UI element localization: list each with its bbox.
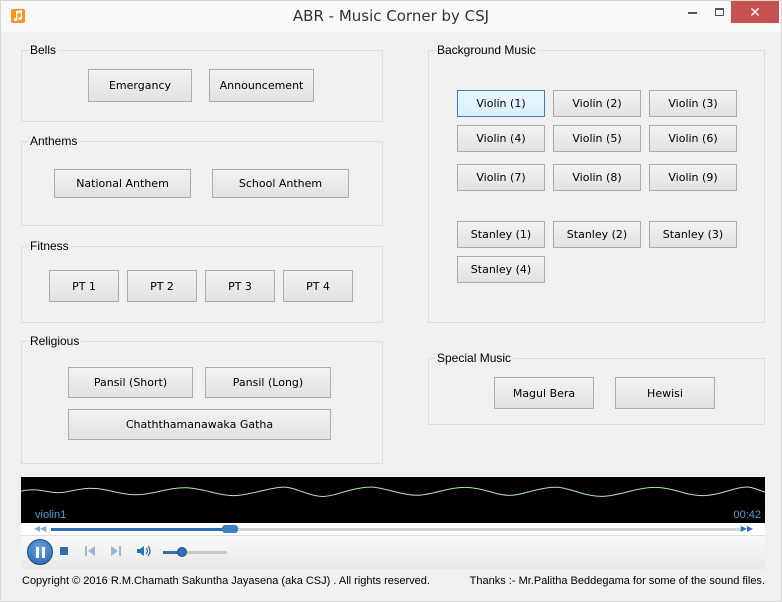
- player-controls: [21, 535, 765, 569]
- school-anthem-button[interactable]: School Anthem: [212, 169, 349, 198]
- stop-icon[interactable]: [59, 546, 69, 556]
- pt2-button[interactable]: PT 2: [127, 270, 197, 302]
- thanks-text: Thanks :- Mr.Palitha Beddegama for some …: [469, 575, 765, 587]
- violin-5-button[interactable]: Violin (5): [553, 125, 641, 152]
- minimize-icon: [687, 11, 697, 14]
- pt3-button[interactable]: PT 3: [205, 270, 275, 302]
- fast-forward-icon[interactable]: ▶▶: [741, 524, 753, 533]
- seek-thumb[interactable]: [222, 525, 239, 533]
- track-name: violin1: [35, 509, 67, 521]
- anthems-group-label: Anthems: [28, 134, 80, 148]
- media-player: violin1 00:42 ◀◀ ▶▶: [20, 477, 766, 569]
- title-bar: ABR - Music Corner by CSJ ✕: [1, 1, 781, 32]
- violin-3-button[interactable]: Violin (3): [649, 90, 737, 117]
- religious-group-label: Religious: [28, 334, 82, 348]
- announcement-button[interactable]: Announcement: [209, 69, 314, 102]
- violin-6-button[interactable]: Violin (6): [649, 125, 737, 152]
- minimize-button[interactable]: [677, 1, 707, 23]
- previous-icon[interactable]: [84, 546, 96, 556]
- bells-group-label: Bells: [28, 43, 59, 57]
- seek-fill: [51, 528, 231, 531]
- copyright-text: Copyright © 2016 R.M.Chamath Sakuntha Ja…: [22, 575, 430, 587]
- time-display: 00:42: [733, 509, 761, 521]
- pause-button[interactable]: [27, 539, 53, 565]
- seek-bar[interactable]: ◀◀ ▶▶: [21, 523, 765, 535]
- volume-thumb[interactable]: [177, 547, 188, 557]
- volume-icon[interactable]: [136, 545, 152, 557]
- stanley-1-button[interactable]: Stanley (1): [457, 221, 545, 248]
- violin-9-button[interactable]: Violin (9): [649, 164, 737, 191]
- close-button[interactable]: ✕: [731, 1, 779, 23]
- magul-bera-button[interactable]: Magul Bera: [494, 377, 594, 409]
- chaththamanawaka-gatha-button[interactable]: Chaththamanawaka Gatha: [68, 409, 331, 440]
- religious-group: Religious: [21, 334, 383, 464]
- rewind-icon[interactable]: ◀◀: [34, 524, 46, 533]
- violin-8-button[interactable]: Violin (8): [553, 164, 641, 191]
- pause-icon-left-bar: [36, 547, 39, 558]
- waveform-line: [20, 486, 766, 497]
- hewisi-button[interactable]: Hewisi: [615, 377, 715, 409]
- stanley-2-button[interactable]: Stanley (2): [553, 221, 641, 248]
- pansil-short-button[interactable]: Pansil (Short): [68, 367, 193, 398]
- special-music-group-label: Special Music: [435, 351, 514, 365]
- close-icon: ✕: [749, 4, 761, 20]
- violin-2-button[interactable]: Violin (2): [553, 90, 641, 117]
- next-icon[interactable]: [110, 546, 122, 556]
- stanley-3-button[interactable]: Stanley (3): [649, 221, 737, 248]
- pause-icon-right-bar: [42, 547, 45, 558]
- maximize-button[interactable]: [704, 1, 734, 23]
- violin-1-button[interactable]: Violin (1): [457, 90, 545, 117]
- maximize-icon: [714, 7, 724, 16]
- emergency-button[interactable]: Emergancy: [88, 69, 192, 102]
- pansil-long-button[interactable]: Pansil (Long): [205, 367, 331, 398]
- violin-4-button[interactable]: Violin (4): [457, 125, 545, 152]
- waveform-visualization: violin1 00:42: [20, 477, 766, 523]
- pt1-button[interactable]: PT 1: [49, 270, 119, 302]
- app-window: ABR - Music Corner by CSJ ✕ Bells Emerga…: [0, 0, 782, 602]
- background-music-group-label: Background Music: [435, 43, 538, 57]
- national-anthem-button[interactable]: National Anthem: [54, 169, 191, 198]
- footer: Copyright © 2016 R.M.Chamath Sakuntha Ja…: [1, 575, 781, 591]
- pt4-button[interactable]: PT 4: [283, 270, 353, 302]
- violin-7-button[interactable]: Violin (7): [457, 164, 545, 191]
- stanley-4-button[interactable]: Stanley (4): [457, 256, 545, 283]
- fitness-group-label: Fitness: [28, 239, 71, 253]
- window-title: ABR - Music Corner by CSJ: [292, 7, 490, 25]
- bells-group: Bells: [21, 43, 383, 122]
